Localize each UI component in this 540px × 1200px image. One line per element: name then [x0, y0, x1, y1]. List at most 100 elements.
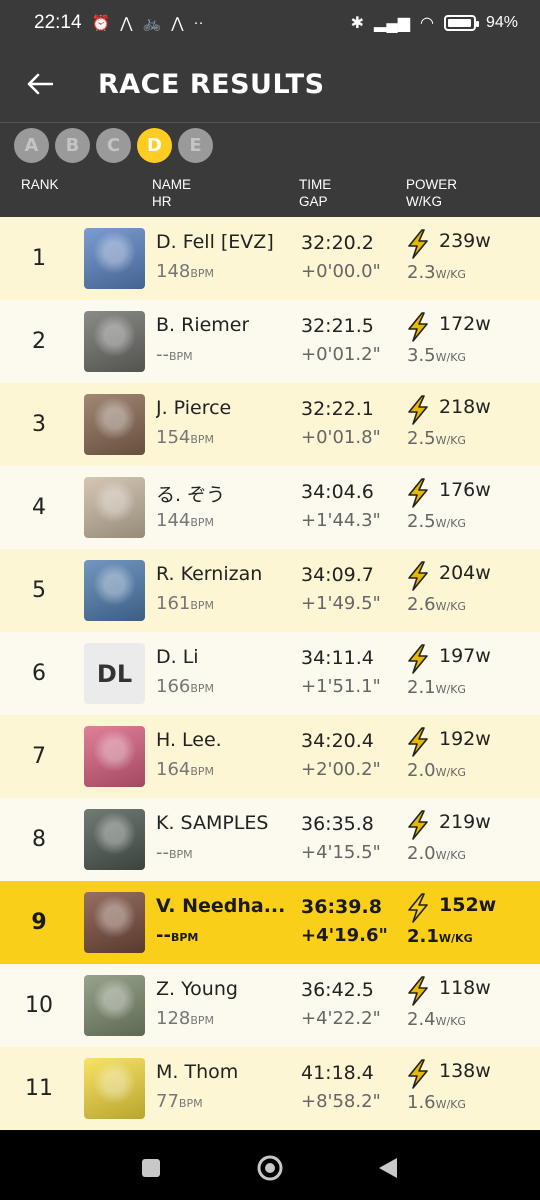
finish-time: 32:22.1 [301, 398, 374, 420]
result-row[interactable]: 4 る. ぞう 144BPM 34:04.6 +1'44.3" 176w 2.5W/KG [0, 466, 540, 549]
strava-icon: ⋀ [120, 15, 133, 32]
heart-rate-unit: BPM [190, 765, 215, 778]
watts-per-kg: 2.0W/KG [407, 843, 466, 864]
avatar[interactable] [84, 809, 145, 870]
category-c-button[interactable]: C [96, 127, 131, 163]
rider-name: M. Thom [156, 1061, 239, 1083]
category-e-button[interactable]: E [178, 127, 213, 163]
strava-icon-2: ⋀ [171, 15, 184, 32]
heart-rate: 77BPM [156, 1091, 203, 1112]
rank-number: 6 [32, 661, 46, 686]
lightning-bolt-icon [408, 893, 428, 923]
time-gap: +1'44.3" [301, 510, 381, 531]
avatar[interactable] [84, 311, 145, 372]
results-list: 1 D. Fell [EVZ] 148BPM 32:20.2 +0'00.0" 239w 2… [0, 217, 540, 1130]
finish-time: 34:04.6 [301, 481, 374, 503]
result-row[interactable]: 3 J. Pierce 154BPM 32:22.1 +0'01.8" 218w 2.5W/… [0, 383, 540, 466]
time-gap: +0'01.2" [301, 344, 381, 365]
watts-per-kg: 3.5W/KG [407, 345, 466, 366]
category-b-button[interactable]: B [55, 127, 90, 163]
bike-icon: 🚲 [142, 15, 162, 32]
watts-per-kg-unit: W/KG [435, 1015, 466, 1028]
lightning-bolt-icon [408, 478, 428, 508]
signal-icon: ▂▄▆ [374, 15, 410, 32]
heart-rate-unit: BPM [169, 848, 193, 861]
result-row[interactable]: 6 DL D. Li 166BPM 34:11.4 +1'51.1" 197w 2.1W/KG [0, 632, 540, 715]
rider-name: V. Needha... [156, 895, 286, 917]
wifi-icon: ◠ [420, 15, 434, 32]
heart-rate-value: 164 [156, 759, 191, 780]
heart-rate-unit: BPM [190, 267, 215, 280]
home-button[interactable] [256, 1154, 284, 1186]
result-row[interactable]: 5 R. Kernizan 161BPM 34:09.7 +1'49.5" 204w 2.6… [0, 549, 540, 632]
heart-rate-value: -- [156, 842, 169, 863]
column-time-label: TIME [299, 177, 332, 192]
category-d-button[interactable]: D [137, 127, 172, 163]
heart-rate-unit: BPM [190, 1014, 215, 1027]
result-row[interactable]: 9 V. Needha... --BPM 36:39.8 +4'19.6" 152w 2.1… [0, 881, 540, 964]
rank-number: 7 [32, 744, 46, 769]
avatar[interactable] [84, 1058, 145, 1119]
time-gap: +1'51.1" [301, 676, 381, 697]
watts-per-kg-value: 2.1 [407, 677, 436, 698]
back-button[interactable] [18, 62, 62, 106]
avatar[interactable] [84, 228, 145, 289]
heart-rate: 164BPM [156, 759, 214, 780]
avatar[interactable] [84, 394, 145, 455]
heart-rate-value: 154 [156, 427, 191, 448]
avatar[interactable] [84, 726, 145, 787]
watts-per-kg-value: 2.4 [407, 1009, 436, 1030]
finish-time: 34:11.4 [301, 647, 374, 669]
column-gap-label: GAP [299, 194, 328, 209]
rider-name: H. Lee. [156, 729, 222, 751]
watts-per-kg-unit: W/KG [435, 517, 466, 530]
heart-rate-value: 77 [156, 1091, 179, 1112]
rank-number: 1 [32, 246, 46, 271]
column-time: TIME GAP [299, 176, 331, 210]
circle-icon [257, 1155, 283, 1181]
avatar[interactable] [84, 892, 145, 953]
rider-name: D. Li [156, 646, 199, 668]
watts-per-kg: 2.5W/KG [407, 511, 466, 532]
result-row[interactable]: 11 M. Thom 77BPM 41:18.4 +8'58.2" 138w 1.6W/KG [0, 1047, 540, 1130]
avatar[interactable] [84, 975, 145, 1036]
rank-number: 10 [25, 993, 53, 1018]
avatar[interactable] [84, 477, 145, 538]
result-row[interactable]: 10 Z. Young 128BPM 36:42.5 +4'22.2" 118w 2.4W/… [0, 964, 540, 1047]
rider-name: る. ぞう [156, 484, 226, 506]
heart-rate-value: 144 [156, 510, 191, 531]
lightning-bolt-icon [408, 644, 428, 674]
result-row[interactable]: 8 K. SAMPLES --BPM 36:35.8 +4'15.5" 219w 2.0W/… [0, 798, 540, 881]
system-back-button[interactable] [377, 1156, 399, 1184]
rank-number: 9 [31, 910, 47, 935]
recent-apps-button[interactable] [141, 1158, 161, 1182]
heart-rate-value: -- [156, 344, 169, 365]
power-watts: 118w [439, 977, 491, 999]
avatar[interactable] [84, 560, 145, 621]
heart-rate-unit: BPM [190, 682, 215, 695]
watts-per-kg-unit: W/KG [435, 268, 466, 281]
time-gap: +0'00.0" [301, 261, 381, 282]
power-watts: 197w [439, 645, 491, 667]
page-title: RACE RESULTS [98, 68, 325, 100]
watts-per-kg-value: 2.5 [407, 428, 436, 449]
power-watts: 176w [439, 479, 491, 501]
lightning-bolt-icon [408, 727, 428, 757]
avatar[interactable]: DL [84, 643, 145, 704]
power-watts: 219w [439, 811, 491, 833]
power-watts: 239w [439, 230, 491, 252]
category-a-button[interactable]: A [14, 127, 49, 163]
result-row[interactable]: 2 B. Riemer --BPM 32:21.5 +0'01.2" 172w 3.5W/K… [0, 300, 540, 383]
finish-time: 32:21.5 [301, 315, 374, 337]
heart-rate-unit: BPM [170, 931, 199, 944]
watts-per-kg-value: 1.6 [407, 1092, 436, 1113]
finish-time: 36:42.5 [301, 979, 374, 1001]
result-row[interactable]: 7 H. Lee. 164BPM 34:20.4 +2'00.2" 192w 2.0W/KG [0, 715, 540, 798]
rank-number: 3 [32, 412, 46, 437]
result-row[interactable]: 1 D. Fell [EVZ] 148BPM 32:20.2 +0'00.0" 239w 2… [0, 217, 540, 300]
more-notifications-icon: ·· [193, 14, 204, 31]
column-wkg-label: W/KG [406, 194, 442, 209]
lightning-bolt-icon [408, 561, 428, 591]
alarm-icon: ⏰ [91, 15, 111, 32]
watts-per-kg-unit: W/KG [435, 351, 466, 364]
